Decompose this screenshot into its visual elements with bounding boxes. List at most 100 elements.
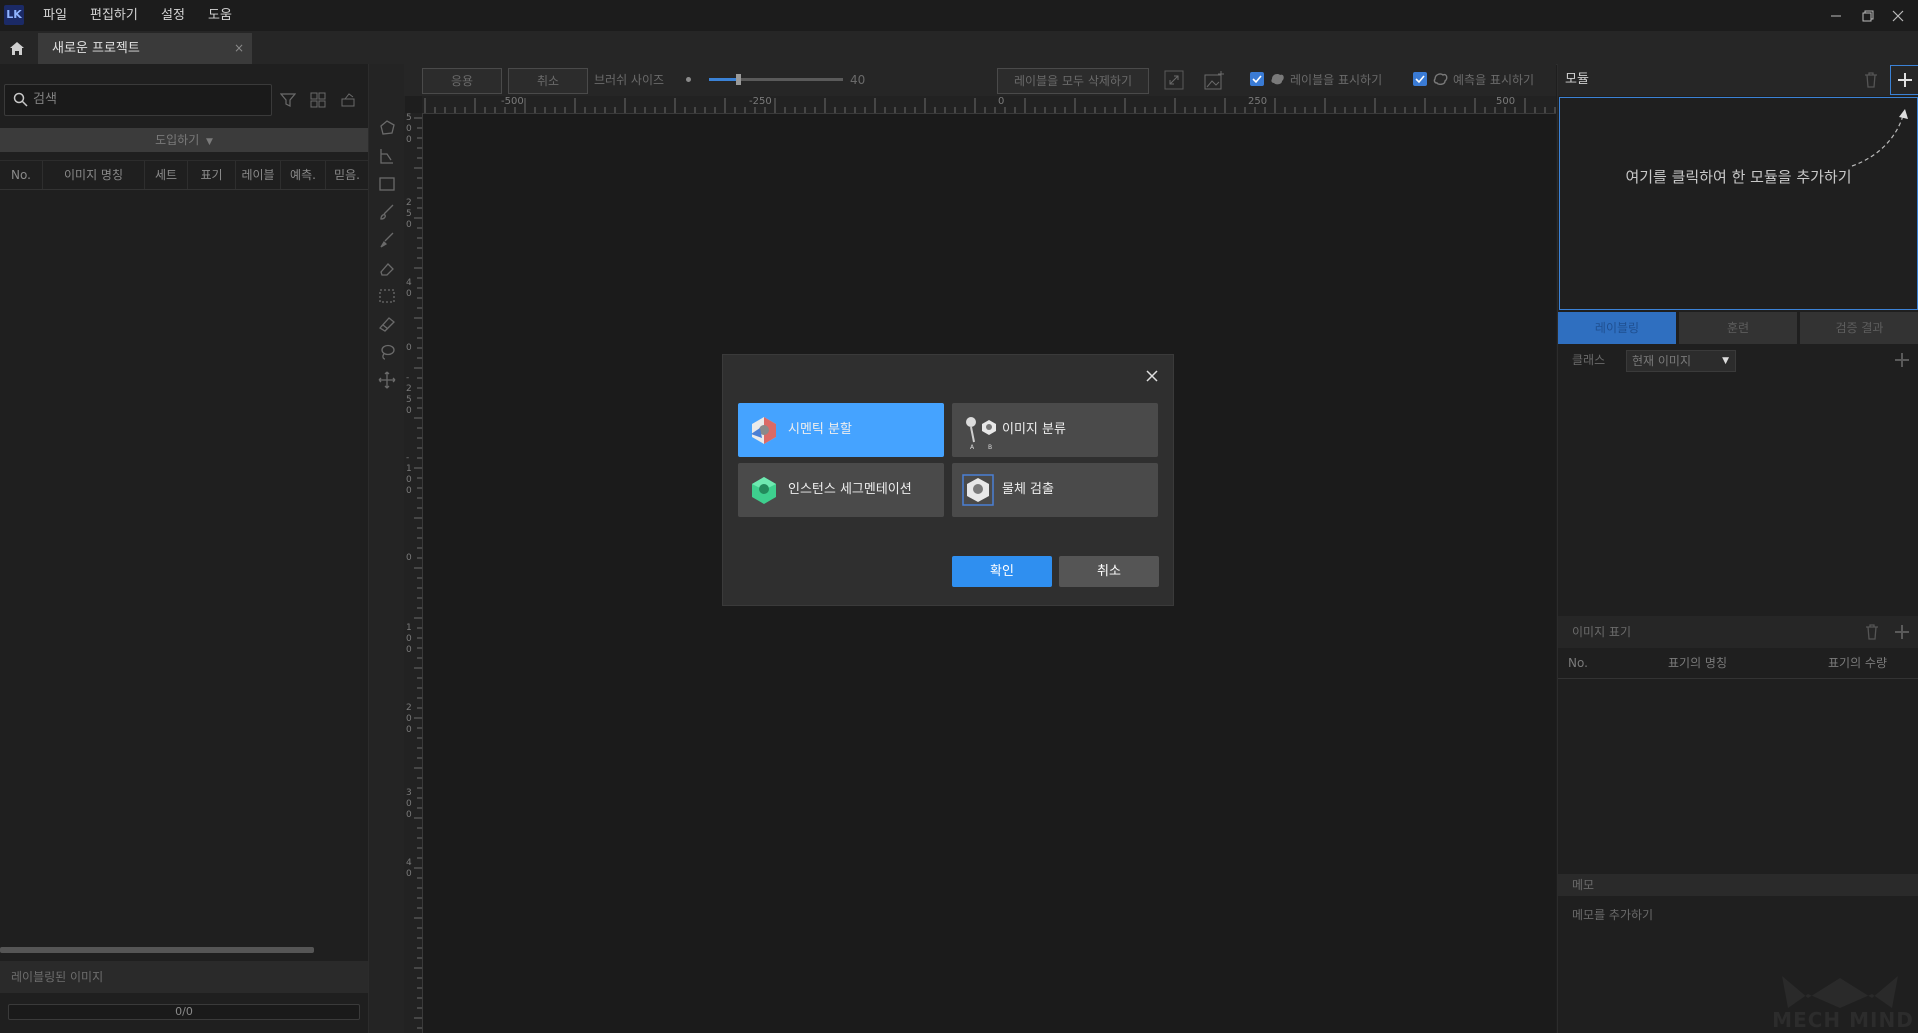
polyline-tool-icon[interactable] <box>375 144 399 168</box>
column-label[interactable]: 레이블 <box>236 161 281 189</box>
delete-all-labels-button[interactable]: 레이블을 모두 삭제하기 <box>997 68 1149 94</box>
move-tool-icon[interactable] <box>375 368 399 392</box>
menu-edit[interactable]: 편집하기 <box>88 0 140 31</box>
fit-view-icon[interactable] <box>1164 70 1184 90</box>
confirm-button[interactable]: 확인 <box>952 556 1052 587</box>
chevron-down-icon: ▼ <box>1722 356 1729 366</box>
clear-icon[interactable] <box>338 90 358 110</box>
object-detection-icon <box>962 474 994 506</box>
filter-icon[interactable] <box>278 90 298 110</box>
class-scope-select[interactable]: 현재 이미지 ▼ <box>1626 350 1736 372</box>
tags-column-count: 표기의 수량 <box>1828 656 1888 670</box>
tab-training[interactable]: 훈련 <box>1679 312 1797 344</box>
close-icon[interactable] <box>1139 363 1165 389</box>
grid-view-icon[interactable] <box>308 90 328 110</box>
show-predictions-label: 예측을 표시하기 <box>1453 73 1535 87</box>
label-shape-icon <box>1270 71 1286 87</box>
module-list-area[interactable]: 여기를 클릭하여 한 모듈을 추가하기 <box>1559 97 1918 310</box>
selection-tool-icon[interactable] <box>375 284 399 308</box>
menu-file[interactable]: 파일 <box>41 0 69 31</box>
option-object-detection[interactable]: 물체 검출 <box>952 463 1158 517</box>
ruler-tick-label: -250 <box>749 96 772 107</box>
module-header: 모듈 <box>1558 64 1918 96</box>
import-button[interactable]: 도입하기 ▼ <box>0 128 368 152</box>
chevron-down-icon: ▼ <box>203 137 213 147</box>
memo-header: 메모 <box>1558 874 1918 896</box>
image-tags-header: 이미지 표기 <box>1558 616 1918 648</box>
delete-tag-icon[interactable] <box>1864 623 1880 641</box>
mask-tool-icon[interactable] <box>375 312 399 336</box>
module-select-dialog: 시멘틱 분할 A B 이미지 분류 인스턴스 세그멘테이션 물체 검출 확인 취… <box>723 355 1173 605</box>
instance-segmentation-icon <box>748 474 780 506</box>
cancel-brush-button[interactable]: 취소 <box>508 68 588 94</box>
watermark-text: MECH MIND <box>1772 1008 1914 1032</box>
brush-size-slider-thumb[interactable] <box>736 74 742 85</box>
option-image-classification[interactable]: A B 이미지 분류 <box>952 403 1158 457</box>
ruler-tick-label: -500 <box>501 96 524 107</box>
cancel-button[interactable]: 취소 <box>1059 556 1159 587</box>
horizontal-scrollbar[interactable] <box>0 947 314 953</box>
option-label: 시멘틱 분할 <box>788 422 852 437</box>
ruler-tick-label: 250 <box>1248 96 1268 107</box>
close-window-icon[interactable] <box>1878 0 1918 31</box>
memo-input[interactable]: 메모를 추가하기 <box>1572 906 1653 923</box>
title-bar: LK 파일 편집하기 설정 도움 <box>0 0 1918 31</box>
ruler-tick-label: 0 <box>998 96 1005 107</box>
image-settings-icon[interactable] <box>1204 70 1226 90</box>
column-set[interactable]: 세트 <box>145 161 188 189</box>
smart-brush-tool-icon[interactable] <box>375 228 399 252</box>
add-tag-icon[interactable] <box>1894 624 1910 640</box>
option-instance-segmentation[interactable]: 인스턴스 세그멘테이션 <box>738 463 944 517</box>
ruler-tick-label: 2 0 0 <box>406 703 412 735</box>
image-table-header: No. 이미지 명칭 세트 표기 레이블 예측. 믿음. <box>0 160 368 190</box>
project-tab-label: 새로운 프로젝트 <box>52 41 140 56</box>
module-panel: 모듈 여기를 클릭하여 한 모듈을 추가하기 레이블링 훈련 검증 결과 클래스… <box>1557 64 1918 1033</box>
ruler-tick-label: 0 <box>406 553 412 563</box>
menu-settings[interactable]: 설정 <box>159 0 187 31</box>
ruler-tick-label: 1 0 0 <box>406 623 412 655</box>
column-no[interactable]: No. <box>0 161 43 189</box>
search-icon <box>13 92 28 107</box>
brush-size-slider[interactable] <box>709 74 843 85</box>
hint-arrow-icon <box>1851 109 1908 167</box>
tags-column-no: No. <box>1568 656 1588 670</box>
brush-tool-icon[interactable] <box>375 200 399 224</box>
ruler-tick-label: 3 0 0 <box>406 788 412 820</box>
column-image-name[interactable]: 이미지 명칭 <box>43 161 145 189</box>
eraser-tool-icon[interactable] <box>375 256 399 280</box>
home-icon[interactable] <box>6 38 28 58</box>
label-tool-strip <box>368 64 405 1033</box>
mech-mind-watermark: MECH MIND <box>1768 974 1918 1032</box>
tab-project[interactable]: 새로운 프로젝트 × <box>38 33 252 64</box>
horizontal-ruler: -500 -250 0 250 500 <box>422 96 1556 114</box>
brush-size-slider-fill <box>709 78 739 81</box>
column-confidence[interactable]: 믿음. <box>326 161 368 189</box>
lasso-tool-icon[interactable] <box>375 340 399 364</box>
option-label: 이미지 분류 <box>1002 422 1066 437</box>
ruler-tick-label: 0 <box>406 343 412 353</box>
polygon-tool-icon[interactable] <box>375 116 399 140</box>
show-predictions-checkbox[interactable] <box>1413 72 1427 86</box>
show-labels-checkbox[interactable] <box>1250 72 1264 86</box>
tab-validation-results[interactable]: 검증 결과 <box>1800 312 1918 344</box>
import-label: 도입하기 <box>155 133 200 147</box>
rectangle-tool-icon[interactable] <box>375 172 399 196</box>
class-row: 클래스 현재 이미지 ▼ <box>1558 346 1918 374</box>
delete-module-icon[interactable] <box>1863 71 1879 89</box>
option-semantic-segmentation[interactable]: 시멘틱 분할 <box>738 403 944 457</box>
memo-title: 메모 <box>1572 878 1595 892</box>
svg-text:B: B <box>988 444 992 450</box>
small-brush-dot-icon <box>686 77 691 82</box>
column-prediction[interactable]: 예측. <box>281 161 326 189</box>
apply-button[interactable]: 응용 <box>422 68 502 94</box>
menu-help[interactable]: 도움 <box>206 0 234 31</box>
tab-labeling[interactable]: 레이블링 <box>1558 312 1676 344</box>
ruler-tick-label: 4 0 <box>406 858 412 879</box>
search-input[interactable]: 검색 <box>4 84 272 116</box>
search-placeholder: 검색 <box>33 92 57 107</box>
class-label: 클래스 <box>1572 353 1606 367</box>
add-class-icon[interactable] <box>1894 352 1910 368</box>
add-module-button[interactable] <box>1890 65 1918 95</box>
column-tags[interactable]: 표기 <box>188 161 236 189</box>
close-tab-icon[interactable]: × <box>234 33 244 64</box>
